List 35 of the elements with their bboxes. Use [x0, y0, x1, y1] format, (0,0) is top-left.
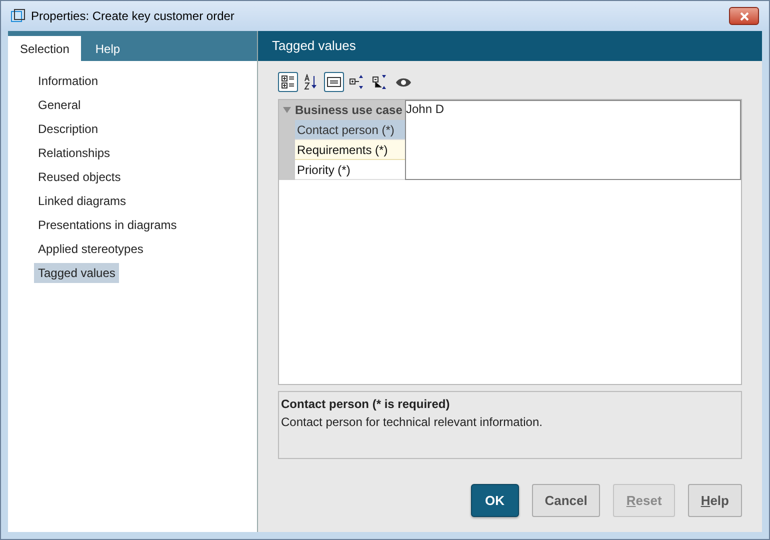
value-editor[interactable]: John D: [405, 100, 741, 180]
sidebar-item[interactable]: Description: [34, 119, 102, 139]
dialog-button[interactable]: OK: [470, 484, 519, 517]
tab[interactable]: Selection: [8, 36, 82, 61]
close-icon: [740, 12, 748, 20]
group-header[interactable]: Business use case: [279, 100, 405, 120]
sort-icon: [304, 74, 318, 90]
close-button[interactable]: [729, 7, 759, 25]
description-title: Contact person (* is required): [281, 396, 451, 413]
toolbar-button[interactable]: [278, 72, 298, 92]
window-icon: [11, 9, 25, 23]
collapse-all-icon: [372, 74, 388, 90]
description-text: Contact person for technical relevant information.: [281, 414, 544, 431]
dialog-button[interactable]: Help: [688, 484, 742, 517]
dialog-button[interactable]: Cancel: [532, 484, 600, 517]
sidebar-item[interactable]: Applied stereotypes: [34, 239, 148, 259]
panel-title: Tagged values: [272, 37, 356, 56]
expand-all-icon: [349, 74, 365, 90]
description-icon: [327, 77, 341, 87]
property-row[interactable]: Requirements (*): [295, 140, 405, 160]
sidebar-item[interactable]: General: [34, 95, 85, 115]
property-row[interactable]: Contact person (*): [295, 120, 405, 140]
toolbar-button[interactable]: [324, 72, 344, 92]
tab[interactable]: Help: [81, 36, 134, 61]
sidebar-item[interactable]: Tagged values: [34, 263, 120, 283]
window-title: Properties: Create key customer order: [31, 8, 234, 25]
sidebar-item[interactable]: Relationships: [34, 143, 114, 163]
sidebar-item[interactable]: Information: [34, 71, 102, 91]
expander-icon: [283, 107, 291, 113]
eye-icon: [394, 76, 412, 88]
categorized-list-icon: [281, 75, 295, 89]
sidebar-item[interactable]: Reused objects: [34, 167, 125, 187]
sidebar-item[interactable]: Linked diagrams: [34, 191, 130, 211]
property-row[interactable]: Priority (*): [295, 160, 405, 180]
sidebar-item[interactable]: Presentations in diagrams: [34, 215, 181, 235]
